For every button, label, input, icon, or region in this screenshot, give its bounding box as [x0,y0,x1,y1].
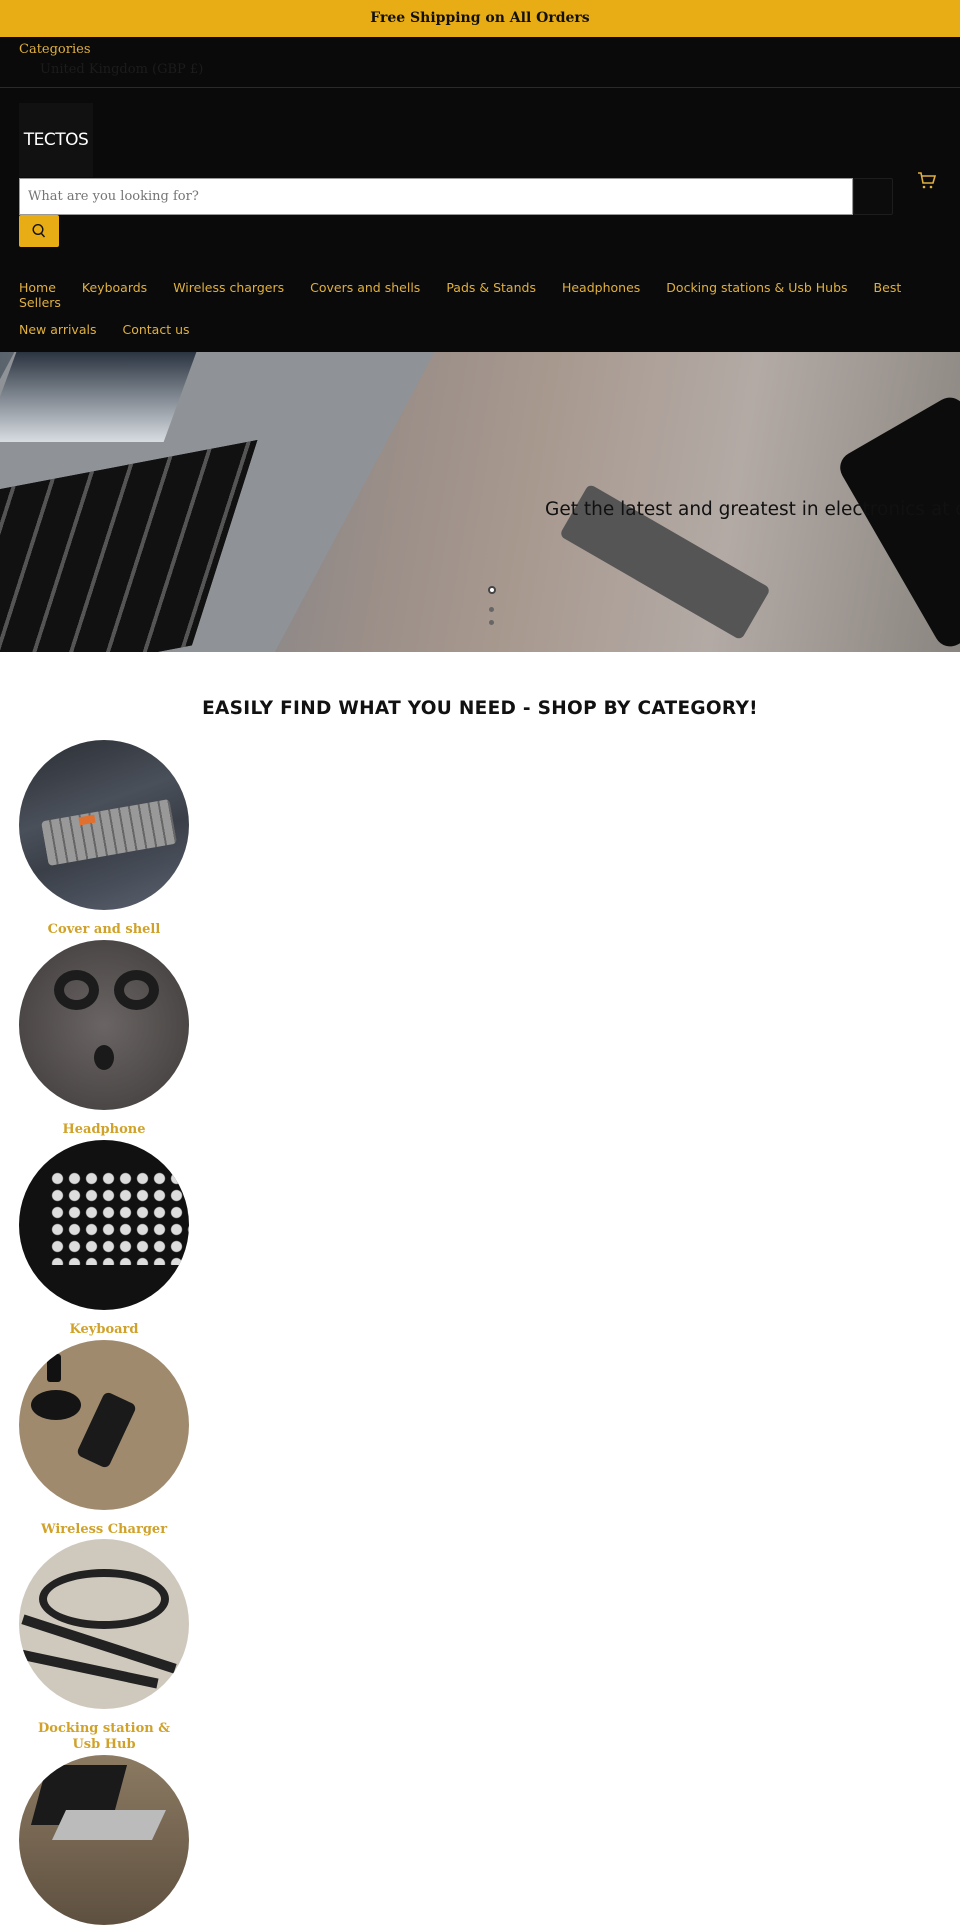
category-label: Wireless Charger [40,1522,168,1537]
category-docking-station[interactable]: Docking station & Usb Hub [19,1539,189,1753]
category-wireless-charger[interactable]: Wireless Charger [19,1340,189,1538]
category-image [19,1140,189,1310]
nav-pads-stands[interactable]: Pads & Stands [446,280,536,295]
category-image [19,1340,189,1510]
nav-headphones[interactable]: Headphones [562,280,640,295]
main-nav-row2: New arrivals Contact us [19,322,216,337]
slide-dot-3[interactable] [489,620,494,625]
cart-icon [918,172,937,189]
nav-docking-stations[interactable]: Docking stations & Usb Hubs [666,280,847,295]
nav-keyboards[interactable]: Keyboards [82,280,147,295]
category-image [19,940,189,1110]
cart-button[interactable] [916,170,938,196]
section-heading: EASILY FIND WHAT YOU NEED - SHOP BY CATE… [202,698,758,719]
hero-image-phone [834,391,960,652]
hero-image-screen [0,352,197,442]
logo-text: TECTOS [23,130,89,150]
category-pads-stands[interactable] [19,1755,189,1925]
hero-text: Get the latest and greatest in electroni… [545,499,960,520]
category-label: Headphone [62,1122,146,1137]
category-cover-shell[interactable]: Cover and shell [19,740,189,938]
category-headphone[interactable]: Headphone [19,940,189,1138]
category-label: Docking station & Usb Hub [38,1721,170,1752]
nav-wireless-chargers[interactable]: Wireless chargers [173,280,284,295]
slide-dot-2[interactable] [489,607,494,612]
category-image [19,1539,189,1709]
nav-contact-us[interactable]: Contact us [122,322,189,337]
search-button[interactable] [19,215,59,247]
slide-dot-1[interactable] [488,586,496,594]
nav-new-arrivals[interactable]: New arrivals [19,322,96,337]
category-image [19,740,189,910]
category-label: Cover and shell [47,922,161,937]
categories-link[interactable]: Categories [19,42,91,57]
category-label: Keyboard [69,1322,139,1337]
announcement-bar: Free Shipping on All Orders [0,0,960,37]
search-input[interactable] [19,178,853,215]
nav-home[interactable]: Home [19,280,56,295]
site-header: Categories United Kingdom (GBP £) TECTOS… [0,37,960,352]
hero-slideshow[interactable]: Get the latest and greatest in electroni… [0,352,960,652]
nav-covers-shells[interactable]: Covers and shells [310,280,420,295]
search-clear-area [853,178,893,215]
category-image [19,1755,189,1925]
category-keyboard[interactable]: Keyboard [19,1140,189,1338]
currency-selector[interactable]: United Kingdom (GBP £) [40,62,203,77]
main-nav-row1: Home Keyboards Wireless chargers Covers and… [19,280,960,310]
header-divider [0,87,960,88]
search-icon [32,223,46,238]
logo[interactable]: TECTOS [19,103,93,177]
